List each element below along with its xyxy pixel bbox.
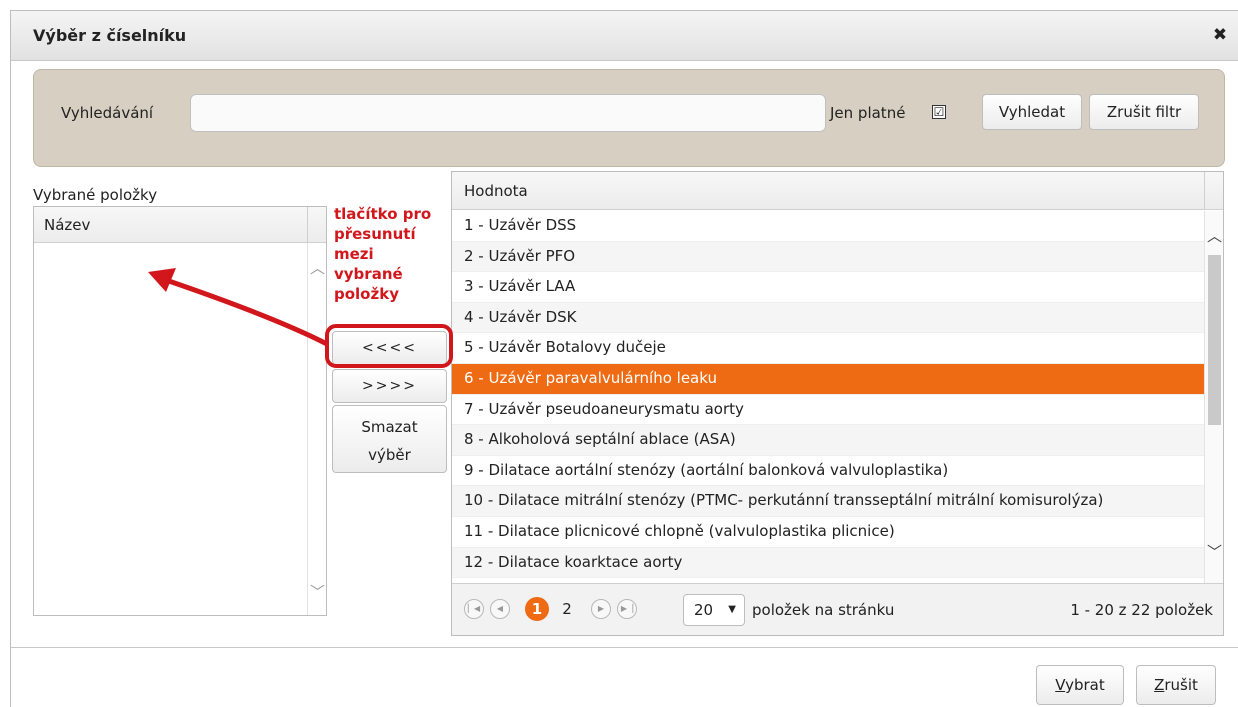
annotation-line: položky — [334, 285, 399, 303]
page-1-button[interactable]: 1 — [525, 597, 549, 621]
values-list: 1 - Uzávěr DSS 2 - Uzávěr PFO 3 - Uzávěr L… — [452, 211, 1204, 583]
cancel-button[interactable]: Zrušit — [1136, 665, 1216, 705]
pager: ▏◀ ◀ 1 2 ▶ ▶▕ 20 ▼ položek na stránku 1 … — [452, 583, 1223, 635]
valid-only-label: Jen platné — [830, 104, 906, 122]
list-item[interactable]: 6 - Uzávěr paravalvulárního leaku — [452, 363, 1204, 395]
range-info: 1 - 20 z 22 položek — [1070, 601, 1213, 619]
values-list-panel: Hodnota 1 - Uzávěr DSS 2 - Uzávěr PFO 3 - … — [451, 171, 1224, 636]
page-size-select[interactable]: 20 ▼ — [683, 594, 745, 626]
caret-down-icon: ▼ — [728, 604, 736, 615]
values-list-header: Hodnota — [452, 172, 1223, 210]
prev-page-icon[interactable]: ◀ — [490, 599, 510, 619]
close-icon[interactable]: ✖ — [1211, 25, 1229, 45]
clear-filter-button[interactable]: Zrušit filtr — [1089, 94, 1199, 130]
values-list-scrollbar[interactable]: ︿ ﹀ — [1204, 211, 1223, 583]
move-from-selected-button[interactable]: >>>> — [332, 369, 447, 403]
selected-items-panel: Název ︿ ﹀ — [33, 206, 327, 616]
list-item[interactable]: 3 - Uzávěr LAA — [452, 272, 1204, 303]
scrollbar-thumb[interactable] — [1208, 255, 1221, 425]
first-page-icon[interactable]: ▏◀ — [464, 599, 484, 619]
search-button[interactable]: Vyhledat — [982, 94, 1082, 130]
chevron-down-icon[interactable]: ﹀ — [308, 581, 327, 602]
clear-selection-label-2: výběr — [368, 446, 411, 464]
search-input[interactable] — [190, 94, 826, 132]
annotation-line: tlačítko pro — [334, 205, 432, 223]
list-item[interactable]: 9 - Dilatace aortální stenózy (aortální … — [452, 456, 1204, 487]
annotation-line: mezi — [334, 245, 374, 263]
selected-items-scrollbar[interactable]: ︿ ﹀ — [307, 243, 326, 615]
column-divider — [1204, 172, 1205, 210]
list-item[interactable]: 5 - Uzávěr Botalovy dučeje — [452, 333, 1204, 364]
search-label: Vyhledávání — [61, 104, 154, 122]
annotation-text: tlačítko pro přesunutí mezi vybrané polo… — [334, 204, 454, 304]
dialog: Výběr z číselníku ✖ Vyhledávání Jen plat… — [10, 10, 1238, 707]
dialog-title: Výběr z číselníku — [33, 26, 187, 45]
clear-selection-button[interactable]: Smazat výběr — [332, 405, 447, 473]
last-page-icon[interactable]: ▶▕ — [617, 599, 637, 619]
per-page-label: položek na stránku — [752, 601, 895, 619]
list-item[interactable]: 2 - Uzávěr PFO — [452, 241, 1204, 273]
selected-items-header: Název — [34, 207, 326, 243]
column-header-name[interactable]: Název — [44, 216, 90, 234]
valid-only-checkbox[interactable]: ☑ — [932, 105, 946, 119]
annotation-line: přesunutí — [334, 225, 416, 243]
list-item[interactable]: 11 - Dilatace plicnicové chlopně (valvul… — [452, 517, 1204, 548]
chevron-down-icon[interactable]: ﹀ — [1205, 541, 1223, 562]
column-header-value[interactable]: Hodnota — [464, 182, 528, 200]
list-item[interactable]: 12 - Dilatace koarktace aorty — [452, 547, 1204, 579]
next-page-icon[interactable]: ▶ — [591, 599, 611, 619]
annotation-line: vybrané — [334, 265, 403, 283]
list-item[interactable]: 8 - Alkoholová septální ablace (ASA) — [452, 425, 1204, 456]
list-item[interactable]: 7 - Uzávěr pseudoaneurysmatu aorty — [452, 395, 1204, 426]
chevron-up-icon[interactable]: ︿ — [1205, 225, 1223, 246]
page-2-button[interactable]: 2 — [555, 597, 579, 621]
list-item[interactable]: 10 - Dilatace mitrální stenózy (PTMC- pe… — [452, 486, 1204, 517]
list-item[interactable]: 4 - Uzávěr DSK — [452, 302, 1204, 334]
filter-bar: Vyhledávání Jen platné ☑ Vyhledat Zrušit… — [33, 69, 1225, 167]
column-divider — [307, 207, 308, 243]
move-to-selected-button[interactable]: <<<< — [332, 331, 447, 365]
footer-divider — [11, 647, 1238, 648]
dialog-titlebar: Výběr z číselníku ✖ — [11, 11, 1238, 61]
select-button[interactable]: Vybrat — [1036, 665, 1124, 705]
chevron-up-icon[interactable]: ︿ — [308, 257, 327, 278]
clear-selection-label-1: Smazat — [361, 418, 418, 436]
selected-items-label: Vybrané položky — [33, 186, 158, 204]
list-item[interactable]: 1 - Uzávěr DSS — [452, 211, 1204, 242]
page-size-value: 20 — [694, 601, 714, 619]
